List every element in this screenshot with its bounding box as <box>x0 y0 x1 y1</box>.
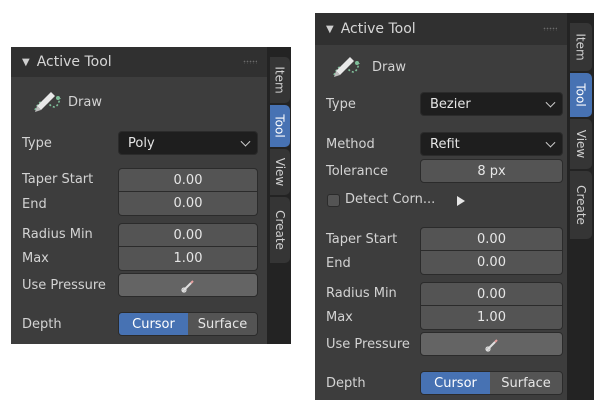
taper-start-field[interactable]: 0.00 <box>420 227 563 251</box>
type-value: Bezier <box>430 96 471 112</box>
radius-max-value: 1.00 <box>173 251 203 266</box>
tolerance-value: 8 px <box>477 163 506 179</box>
taper-end-field[interactable]: 0.00 <box>118 192 258 216</box>
radius-min-field[interactable]: 0.00 <box>420 282 563 306</box>
taper-start-field[interactable]: 0.00 <box>118 168 258 192</box>
taper-end-value: 0.00 <box>173 196 203 211</box>
tab-create[interactable]: Create <box>270 197 290 263</box>
taper-start-value: 0.00 <box>477 231 506 247</box>
type-label: Type <box>326 97 356 112</box>
use-pressure-button[interactable] <box>420 332 563 356</box>
depth-label: Depth <box>326 376 366 391</box>
type-dropdown[interactable]: Bezier <box>420 92 563 116</box>
radius-min-field[interactable]: 0.00 <box>118 223 258 247</box>
tab-view-label: View <box>574 129 589 159</box>
tab-item[interactable]: Item <box>570 23 592 71</box>
chevron-down-icon <box>545 97 556 108</box>
method-dropdown[interactable]: Refit <box>420 132 563 156</box>
radius-max-label: Max <box>326 310 353 325</box>
play-arrow-icon[interactable] <box>457 196 465 206</box>
tab-view[interactable]: View <box>270 149 290 195</box>
detect-corners-checkbox[interactable] <box>327 194 340 207</box>
panel-title: Active Tool <box>36 54 112 70</box>
use-pressure-label: Use Pressure <box>326 337 410 352</box>
taper-start-label: Taper Start <box>326 232 398 247</box>
radius-max-field[interactable]: 1.00 <box>118 247 258 271</box>
taper-end-label: End <box>22 197 47 212</box>
type-dropdown[interactable]: Poly <box>118 131 258 155</box>
tool-name: Draw <box>372 60 406 75</box>
depth-toggle: Cursor Surface <box>420 371 563 395</box>
use-pressure-button[interactable] <box>118 273 258 297</box>
tab-tool-label: Tool <box>574 83 588 107</box>
method-value: Refit <box>430 136 460 152</box>
tab-item-label: Item <box>574 33 589 61</box>
tab-tool[interactable]: Tool <box>570 73 592 117</box>
depth-surface-option[interactable]: Surface <box>188 313 257 335</box>
left-sidebar-tabs: Item Tool View Create <box>267 47 291 344</box>
tab-create-label: Create <box>574 185 588 225</box>
depth-cursor-option[interactable]: Cursor <box>421 372 491 394</box>
method-label: Method <box>326 137 375 152</box>
left-panel-header[interactable]: ▼ Active Tool <box>11 47 267 77</box>
radius-max-value: 1.00 <box>477 310 506 325</box>
tab-create-label: Create <box>273 210 287 250</box>
taper-end-value: 0.00 <box>477 255 506 270</box>
detect-corners-label: Detect Corn... <box>345 192 436 207</box>
taper-end-label: End <box>326 256 351 271</box>
type-label: Type <box>22 136 52 151</box>
tab-create[interactable]: Create <box>570 171 592 239</box>
right-sidebar-tabs: Item Tool View Create <box>567 13 594 400</box>
type-value: Poly <box>128 135 155 151</box>
left-active-tool-panel: ▼ Active Tool Draw Type Poly Taper Start… <box>11 47 267 344</box>
depth-toggle: Cursor Surface <box>118 312 258 336</box>
radius-max-field[interactable]: 1.00 <box>420 306 563 330</box>
drag-grip-icon[interactable] <box>243 60 257 64</box>
chevron-down-icon <box>240 136 251 147</box>
collapse-triangle-icon[interactable]: ▼ <box>22 57 30 68</box>
radius-min-label: Radius Min <box>22 227 93 242</box>
tab-tool-label: Tool <box>273 114 287 138</box>
right-active-tool-panel: ▼ Active Tool Draw Type Bezier Method Re… <box>315 13 567 400</box>
pressure-curve-icon <box>181 280 194 293</box>
tab-tool[interactable]: Tool <box>270 105 290 147</box>
tool-name: Draw <box>68 95 102 110</box>
panel-title: Active Tool <box>340 21 416 37</box>
pressure-curve-icon <box>484 339 498 352</box>
tab-view-label: View <box>273 157 288 187</box>
radius-min-label: Radius Min <box>326 286 397 301</box>
depth-cursor-option[interactable]: Cursor <box>119 313 188 335</box>
right-panel-header[interactable]: ▼ Active Tool <box>315 13 567 45</box>
drag-grip-icon[interactable] <box>543 27 557 31</box>
tolerance-field[interactable]: 8 px <box>420 159 563 183</box>
tab-item[interactable]: Item <box>270 57 290 103</box>
collapse-triangle-icon[interactable]: ▼ <box>326 24 334 35</box>
taper-start-label: Taper Start <box>22 172 94 187</box>
tolerance-label: Tolerance <box>326 164 388 179</box>
radius-min-value: 0.00 <box>477 286 506 302</box>
draw-tool-icon <box>34 92 61 112</box>
tab-view[interactable]: View <box>570 119 592 169</box>
taper-end-field[interactable]: 0.00 <box>420 251 563 275</box>
use-pressure-label: Use Pressure <box>22 278 106 293</box>
depth-surface-option[interactable]: Surface <box>490 372 562 394</box>
taper-start-value: 0.00 <box>173 172 203 188</box>
draw-tool-icon <box>333 57 360 77</box>
radius-min-value: 0.00 <box>173 227 203 243</box>
chevron-down-icon <box>545 137 556 148</box>
depth-label: Depth <box>22 317 62 332</box>
radius-max-label: Max <box>22 251 49 266</box>
tab-item-label: Item <box>273 66 288 94</box>
